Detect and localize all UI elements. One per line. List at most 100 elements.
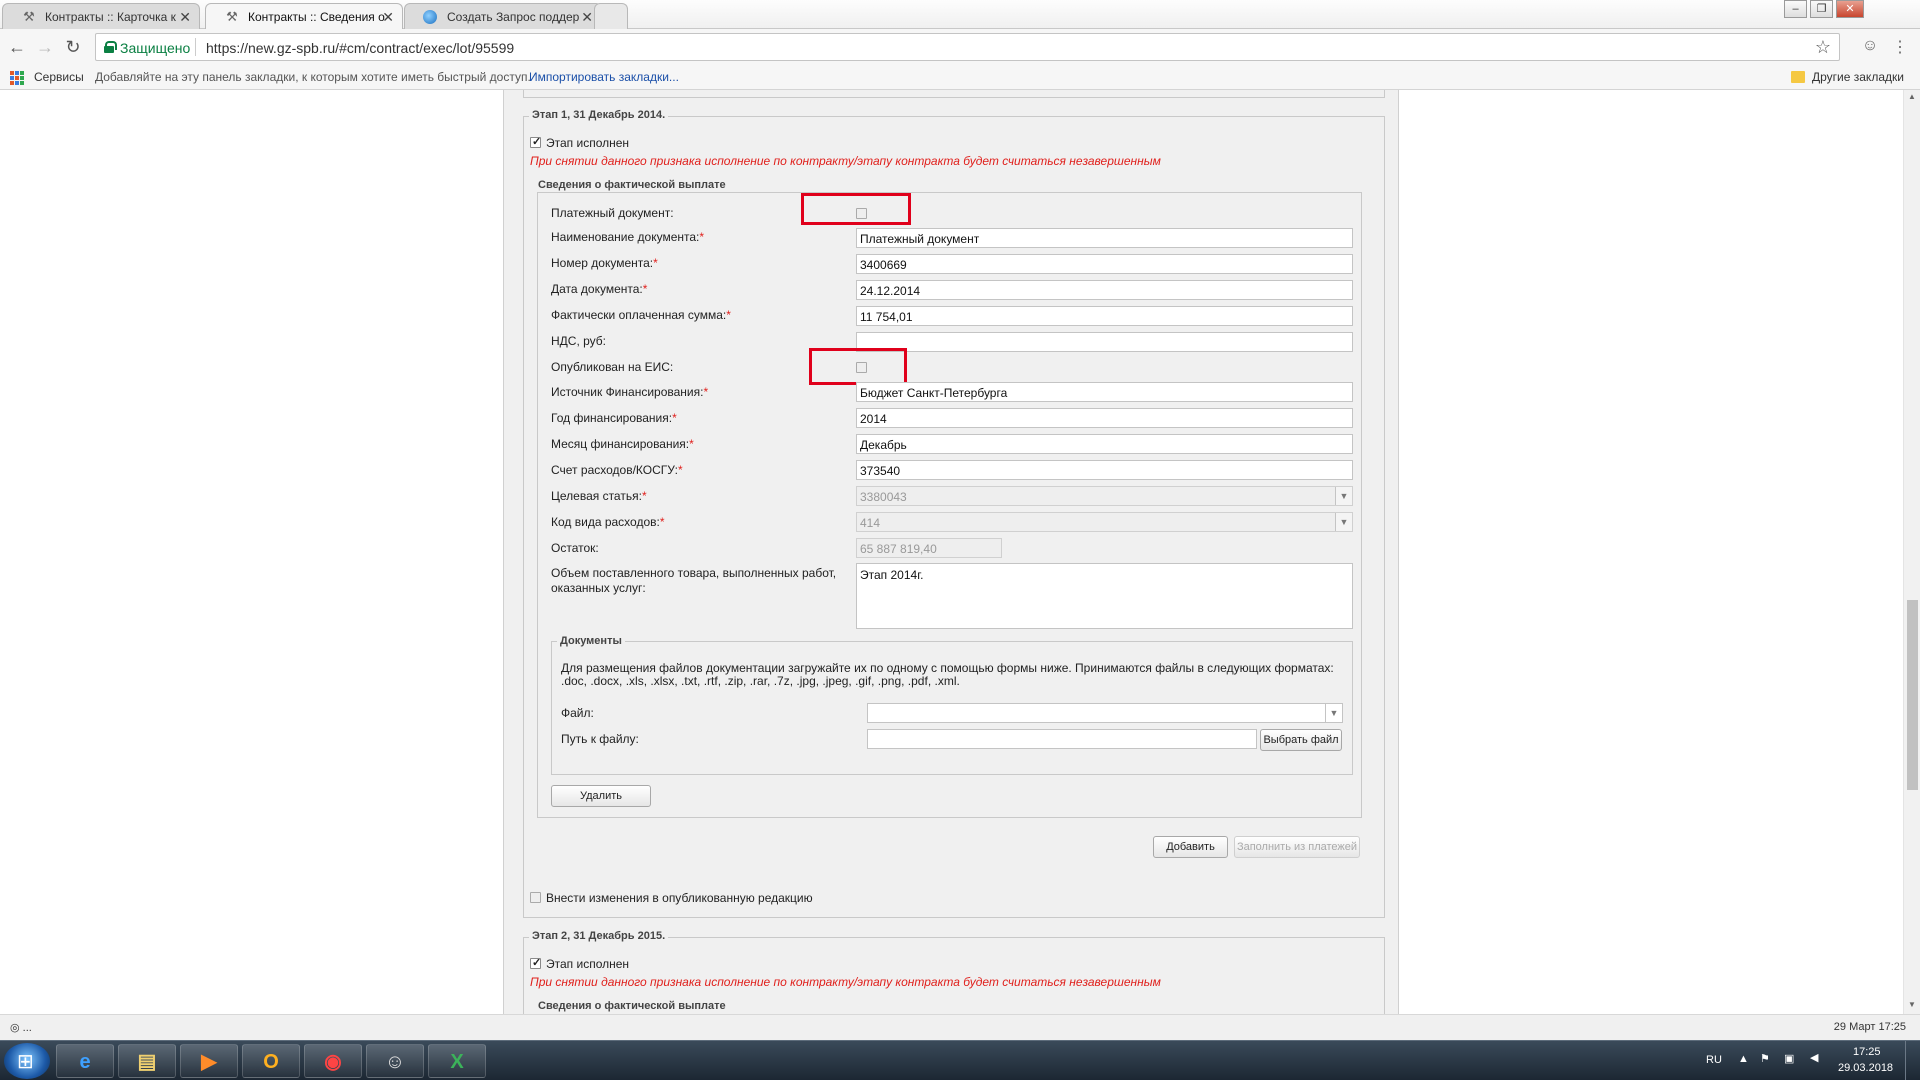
documents-hint-2: .doc, .docx, .xls, .xlsx, .txt, .rtf, .z… [561, 674, 960, 688]
edit-published-checkbox[interactable] [530, 892, 541, 903]
published-label: Опубликован на ЕИС: [551, 360, 674, 374]
documents-hint-1: Для размещения файлов документации загру… [561, 661, 1334, 675]
vat-input[interactable] [856, 332, 1353, 352]
tab-label: Контракты :: Карточка к [45, 10, 176, 24]
stage-2-done-checkbox[interactable] [530, 956, 541, 969]
expense-code-select[interactable]: 414 ▼ [856, 512, 1353, 532]
stage-1-warning: При снятии данного признака исполнение п… [530, 154, 1161, 168]
add-button[interactable]: Добавить [1153, 836, 1228, 858]
account-label: Счет расходов/КОСГУ:* [551, 463, 683, 477]
volume-label-line1: Объем поставленного товара, выполненных … [551, 566, 837, 580]
doc-date-input[interactable]: 24.12.2014 [856, 280, 1353, 300]
file-path-label: Путь к файлу: [561, 732, 639, 746]
source-input[interactable]: Бюджет Санкт-Петербурга [856, 382, 1353, 402]
file-explorer-icon[interactable]: ▤ [118, 1044, 176, 1078]
apps-label[interactable]: Сервисы [34, 70, 84, 84]
status-bar: ◎ ... 29 Март 17:25 [0, 1014, 1920, 1040]
chevron-down-icon: ▼ [1325, 704, 1342, 722]
file-label: Файл: [561, 706, 594, 720]
tab-close-icon[interactable]: ✕ [179, 9, 191, 26]
previous-section-edge [523, 90, 1385, 98]
close-window-icon[interactable]: ✕ [1836, 0, 1864, 18]
volume-textarea[interactable]: Этап 2014г. [856, 563, 1353, 629]
show-desktop-button[interactable] [1905, 1041, 1920, 1080]
forward-icon[interactable]: → [33, 35, 57, 59]
tray-expand-icon[interactable]: ▲ [1738, 1053, 1749, 1065]
volume-icon[interactable]: ◀ [1810, 1051, 1818, 1064]
windows-taskbar: e ▤ ▶ O ◉ ☺ X RU ▲ ⚑ ▣ ◀ 17:25 29.03.201… [0, 1040, 1920, 1080]
vat-label: НДС, руб: [551, 334, 607, 348]
volume-label-line2: оказанных услуг: [551, 581, 646, 595]
tab-contract-details[interactable]: ⚒ Контракты :: Сведения о ✕ [205, 3, 403, 29]
scroll-up-icon[interactable]: ▲ [1908, 92, 1916, 101]
language-indicator[interactable]: RU [1706, 1054, 1722, 1066]
reload-icon[interactable]: ↻ [61, 35, 85, 59]
address-bar[interactable]: Защищено https://new.gz-spb.ru/#cm/contr… [95, 33, 1840, 61]
paid-sum-input[interactable]: 11 754,01 [856, 306, 1353, 326]
highlight-box [809, 348, 907, 385]
clock-date[interactable]: 29.03.2018 [1838, 1062, 1893, 1074]
chevron-down-icon: ▼ [1335, 513, 1352, 531]
doc-number-input[interactable]: 3400669 [856, 254, 1353, 274]
browser-toolbar: ← → ↻ Защищено https://new.gz-spb.ru/#cm… [0, 29, 1920, 65]
balance-input: 65 887 819,40 [856, 538, 1002, 558]
month-input[interactable]: Декабрь [856, 434, 1353, 454]
chevron-down-icon: ▼ [1335, 487, 1352, 505]
account-input[interactable]: 373540 [856, 460, 1353, 480]
apps-icon[interactable] [10, 71, 24, 85]
file-path-input[interactable] [867, 729, 1257, 749]
tools-icon: ⚒ [23, 9, 35, 24]
internet-explorer-icon[interactable]: e [56, 1044, 114, 1078]
file-select[interactable]: ▼ [867, 703, 1343, 723]
target-article-label: Целевая статья:* [551, 489, 647, 503]
edit-published-label: Внести изменения в опубликованную редакц… [546, 891, 813, 905]
flag-icon[interactable]: ⚑ [1760, 1052, 1770, 1065]
target-article-select[interactable]: 3380043 ▼ [856, 486, 1353, 506]
tab-label: Создать Запрос поддер [447, 10, 580, 24]
balance-label: Остаток: [551, 541, 599, 555]
new-tab-button[interactable] [594, 3, 628, 29]
paid-sum-label: Фактически оплаченная сумма:* [551, 308, 731, 322]
restore-icon[interactable]: ❐ [1810, 0, 1833, 18]
tab-label: Контракты :: Сведения о [248, 10, 385, 24]
scroll-thumb[interactable] [1907, 600, 1918, 790]
tab-close-icon[interactable]: ✕ [581, 9, 593, 26]
doc-number-label: Номер документа:* [551, 256, 658, 270]
media-player-icon[interactable]: ▶ [180, 1044, 238, 1078]
minimize-icon[interactable]: – [1784, 0, 1807, 18]
chrome-icon[interactable]: ◉ [304, 1044, 362, 1078]
page-scrollbar[interactable]: ▲ ▼ [1903, 90, 1920, 1014]
doc-date-label: Дата документа:* [551, 282, 648, 296]
stage-2-legend: Этап 2, 31 Декабрь 2015. [529, 930, 669, 942]
clock-time[interactable]: 17:25 [1853, 1046, 1881, 1058]
extension-icon[interactable]: ☺ [1860, 37, 1880, 57]
bookmark-star-icon[interactable]: ☆ [1815, 37, 1831, 58]
choose-file-button[interactable]: Выбрать файл [1260, 729, 1342, 751]
other-bookmarks[interactable]: Другие закладки [1812, 70, 1904, 84]
folder-icon [1791, 71, 1805, 83]
url-text[interactable]: https://new.gz-spb.ru/#cm/contract/exec/… [206, 40, 514, 56]
documents-legend: Документы [557, 635, 625, 647]
start-button[interactable] [4, 1043, 50, 1079]
doc-name-input[interactable]: Платежный документ [856, 228, 1353, 248]
tab-support-request[interactable]: Создать Запрос поддер ✕ [404, 3, 602, 29]
source-label: Источник Финансирования:* [551, 385, 709, 399]
import-bookmarks-link[interactable]: Импортировать закладки... [529, 70, 679, 84]
outlook-icon[interactable]: O [242, 1044, 300, 1078]
tab-contract-card[interactable]: ⚒ Контракты :: Карточка к ✕ [2, 3, 200, 29]
excel-icon[interactable]: X [428, 1044, 486, 1078]
network-icon[interactable]: ▣ [1784, 1052, 1794, 1065]
menu-icon[interactable]: ⋮ [1890, 37, 1910, 57]
fill-from-payments-button[interactable]: Заполнить из платежей [1234, 836, 1360, 858]
bookmarks-bar: Сервисы Добавляйте на эту панель закладк… [0, 65, 1920, 90]
tab-close-icon[interactable]: ✕ [382, 9, 394, 26]
stage-2-warning: При снятии данного признака исполнение п… [530, 975, 1161, 989]
stage-1-done-checkbox[interactable] [530, 135, 541, 148]
globe-icon [423, 10, 437, 24]
delete-button[interactable]: Удалить [551, 785, 651, 807]
scroll-down-icon[interactable]: ▼ [1908, 1000, 1916, 1009]
stage-1-done-label: Этап исполнен [546, 136, 630, 150]
back-icon[interactable]: ← [5, 35, 29, 59]
year-input[interactable]: 2014 [856, 408, 1353, 428]
user-app-icon[interactable]: ☺ [366, 1044, 424, 1078]
